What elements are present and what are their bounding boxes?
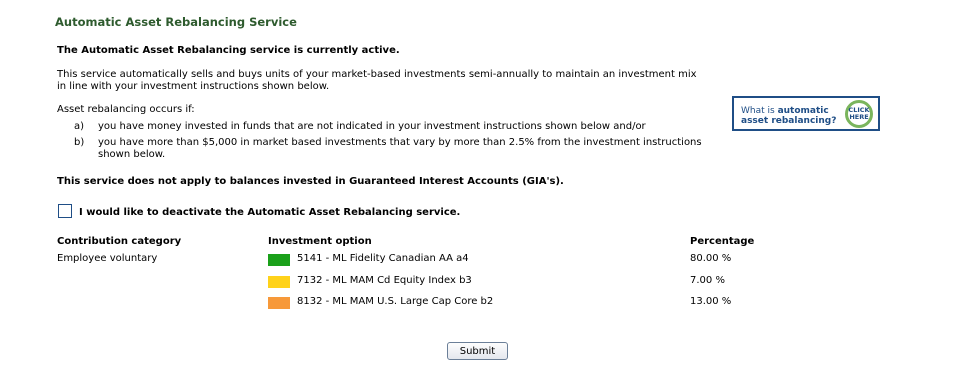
- investment-option: 5141 - ML Fidelity Canadian AA a4: [297, 253, 469, 264]
- condition-marker: a): [74, 121, 85, 132]
- header-investment-option: Investment option: [268, 236, 372, 247]
- banner-text-prefix: What is: [741, 106, 778, 116]
- condition-marker: b): [74, 137, 85, 148]
- investment-option: 8132 - ML MAM U.S. Large Cap Core b2: [297, 296, 494, 307]
- service-description: This service automatically sells and buy…: [57, 69, 697, 92]
- investment-option: 7132 - ML MAM Cd Equity Index b3: [297, 275, 472, 286]
- occurs-intro: Asset rebalancing occurs if:: [57, 104, 195, 115]
- condition-text: you have money invested in funds that ar…: [98, 121, 646, 132]
- header-contribution-category: Contribution category: [57, 236, 182, 247]
- banner-text-bold: automatic: [777, 106, 829, 116]
- submit-button[interactable]: Submit: [447, 342, 508, 360]
- color-swatch: [268, 297, 290, 309]
- deactivate-label: I would like to deactivate the Automatic…: [79, 207, 461, 218]
- color-swatch: [268, 276, 290, 288]
- click-here-icon[interactable]: CLICK HERE: [845, 100, 873, 128]
- percentage-value: 7.00 %: [690, 275, 725, 286]
- percentage-value: 13.00 %: [690, 296, 732, 307]
- gia-notice: This service does not apply to balances …: [57, 176, 564, 187]
- color-swatch: [268, 254, 290, 266]
- deactivate-checkbox[interactable]: [58, 204, 72, 218]
- percentage-value: 80.00 %: [690, 253, 732, 264]
- condition-text: you have more than $5,000 in market base…: [98, 137, 702, 160]
- contribution-category-value: Employee voluntary: [57, 253, 158, 264]
- condition-a: a) you have money invested in funds that …: [74, 121, 718, 133]
- banner-text-line2: asset rebalancing?: [741, 116, 837, 126]
- banner-text: What is automatic asset rebalancing?: [741, 106, 836, 126]
- rebalancing-info-banner[interactable]: What is automatic asset rebalancing? CLI…: [732, 96, 880, 131]
- header-percentage: Percentage: [690, 236, 755, 247]
- status-text: The Automatic Asset Rebalancing service …: [57, 45, 400, 56]
- here-text: HERE: [849, 113, 869, 121]
- page-title: Automatic Asset Rebalancing Service: [55, 15, 297, 29]
- condition-b: b) you have more than $5,000 in market ba…: [74, 137, 710, 161]
